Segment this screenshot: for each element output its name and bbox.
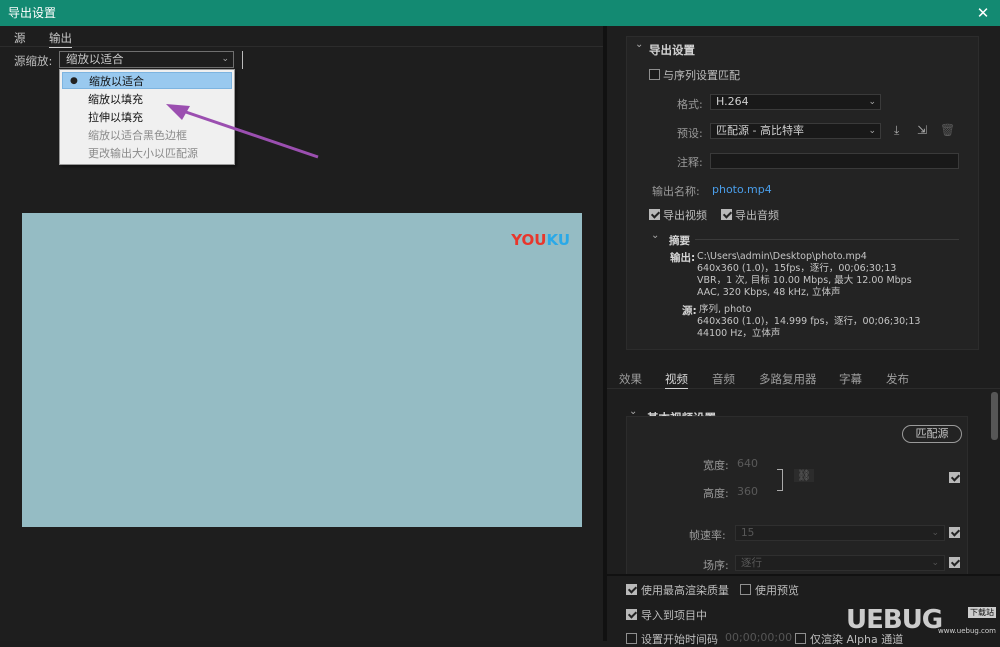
tab-publish[interactable]: 发布	[886, 371, 909, 387]
chevron-down-icon[interactable]: ⌄	[651, 230, 659, 241]
export-audio-checkbox[interactable]	[721, 209, 732, 220]
field-order-value: 逐行	[741, 557, 762, 569]
summary-divider	[695, 239, 959, 240]
source-scale-select[interactable]: 缩放以适合 ⌄	[59, 51, 234, 68]
chevron-down-icon: ⌄	[221, 54, 229, 64]
field-order-checkbox[interactable]	[949, 557, 960, 568]
start-timecode-value: 00;00;00;00	[725, 631, 793, 644]
import-into-project-checkbox[interactable]	[626, 609, 637, 620]
tab-video[interactable]: 视频	[665, 371, 688, 389]
width-value: 640	[737, 457, 758, 470]
uebug-watermark: UEBUG 下载站 www.uebug.com	[846, 605, 996, 639]
summary-source-line: 序列, photo	[699, 304, 752, 315]
export-video-checkbox[interactable]	[649, 209, 660, 220]
scrollbar-thumb[interactable]	[991, 392, 998, 440]
chevron-down-icon: ⌄	[868, 97, 876, 107]
max-render-quality-label: 使用最高渲染质量	[641, 584, 729, 597]
close-icon[interactable]: ✕	[974, 0, 992, 26]
annotation-arrow-icon	[166, 104, 319, 159]
width-height-checkbox[interactable]	[949, 472, 960, 483]
basic-video-panel: 匹配源 宽度: 640 高度: 360 ⛓ 帧速率: 15 ⌄ 场序: 逐行 ⌄	[626, 416, 968, 576]
watermark-text: UEBUG	[846, 605, 943, 635]
framerate-label: 帧速率:	[689, 529, 726, 542]
source-scale-label: 源缩放:	[14, 54, 53, 68]
field-order-select: 逐行 ⌄	[735, 555, 945, 571]
field-order-label: 场序:	[703, 559, 729, 572]
framerate-value: 15	[741, 527, 755, 539]
output-name-label: 输出名称:	[652, 185, 700, 198]
framerate-select: 15 ⌄	[735, 525, 945, 541]
selected-bullet-icon: ●	[70, 76, 78, 86]
use-previews-label: 使用预览	[755, 584, 799, 597]
output-name-link[interactable]: photo.mp4	[712, 183, 772, 196]
preset-label: 预设:	[677, 127, 703, 140]
width-label: 宽度:	[703, 459, 729, 472]
summary-output-label: 输出:	[670, 252, 696, 264]
video-preview: YOUKU	[22, 213, 582, 527]
dropdown-item-label: 缩放以填充	[88, 93, 143, 106]
watermark-url: www.uebug.com	[938, 627, 996, 635]
summary-source-label: 源:	[682, 305, 697, 317]
format-select[interactable]: H.264 ⌄	[710, 94, 881, 110]
max-render-quality-checkbox[interactable]	[626, 584, 637, 595]
tab-source[interactable]: 源	[14, 30, 26, 46]
summary-title: 摘要	[669, 235, 690, 247]
summary-source-line: 640x360 (1.0)，14.999 fps，逐行，00;06;30;13	[697, 316, 921, 327]
link-bracket	[777, 469, 783, 491]
comment-input[interactable]	[710, 153, 959, 169]
set-start-timecode-label: 设置开始时间码	[641, 633, 718, 646]
chevron-down-icon: ⌄	[931, 558, 939, 568]
use-previews-checkbox[interactable]	[740, 584, 751, 595]
chevron-down-icon: ⌄	[868, 126, 876, 136]
tab-effects[interactable]: 效果	[619, 371, 642, 387]
window-title: 导出设置	[8, 6, 57, 20]
preset-select[interactable]: 匹配源 - 高比特率 ⌄	[710, 123, 881, 139]
watermark-subtext: 下载站	[968, 607, 996, 618]
settings-scrollbar[interactable]	[989, 390, 1000, 576]
summary-output-line: C:\Users\admin\Desktop\photo.mp4	[697, 251, 867, 262]
format-label: 格式:	[677, 98, 703, 111]
export-video-label: 导出视频	[663, 209, 707, 222]
format-value: H.264	[716, 95, 749, 108]
dropdown-item-scale-to-fit[interactable]: ● 缩放以适合	[62, 72, 232, 89]
left-pane: 源 输出 源缩放: 缩放以适合 ⌄ ● 缩放以适合 缩放以填充 拉伸以填充 缩放以…	[0, 26, 603, 641]
height-label: 高度:	[703, 487, 729, 500]
export-settings-panel: ⌄ 导出设置 与序列设置匹配 格式: H.264 ⌄ 预设: 匹配源 - 高比特率…	[626, 36, 979, 350]
title-bar: 导出设置 ✕	[0, 0, 1000, 26]
import-preset-icon[interactable]: ⇲	[917, 123, 927, 137]
chain-link-icon: ⛓	[794, 469, 814, 482]
framerate-checkbox[interactable]	[949, 527, 960, 538]
comment-label: 注释:	[677, 156, 703, 169]
preset-value: 匹配源 - 高比特率	[716, 124, 804, 137]
summary-source-line: 44100 Hz，立体声	[697, 328, 781, 339]
summary-output-line: 640x360 (1.0)，15fps，逐行，00;06;30;13	[697, 263, 897, 274]
summary-output-line: AAC, 320 Kbps, 48 kHz, 立体声	[697, 287, 841, 298]
tab-output[interactable]: 输出	[49, 30, 72, 48]
match-source-button[interactable]: 匹配源	[902, 425, 962, 443]
match-sequence-label: 与序列设置匹配	[663, 69, 740, 82]
chevron-down-icon[interactable]: ⌄	[635, 39, 643, 50]
height-value: 360	[737, 485, 758, 498]
summary-output-line: VBR，1 次, 目标 10.00 Mbps, 最大 12.00 Mbps	[697, 275, 912, 286]
save-preset-icon[interactable]: ⤓	[894, 123, 899, 138]
source-scale-value: 缩放以适合	[66, 52, 124, 66]
source-output-tabs: 源 输出	[0, 26, 603, 48]
export-audio-label: 导出音频	[735, 209, 779, 222]
import-into-project-label: 导入到项目中	[641, 609, 707, 622]
tab-multiplexer[interactable]: 多路复用器	[759, 371, 817, 387]
set-start-timecode-checkbox[interactable]	[626, 633, 637, 644]
render-alpha-only-checkbox[interactable]	[795, 633, 806, 644]
dropdown-item-label: 拉伸以填充	[88, 111, 143, 124]
match-sequence-checkbox[interactable]	[649, 69, 660, 80]
dropdown-item-label: 缩放以适合	[89, 75, 144, 88]
right-pane: ⌄ 导出设置 与序列设置匹配 格式: H.264 ⌄ 预设: 匹配源 - 高比特率…	[607, 26, 1000, 646]
settings-tabs: 效果 视频 音频 多路复用器 字幕 发布	[607, 364, 1000, 389]
youku-logo: YOUKU	[511, 231, 570, 249]
chevron-down-icon: ⌄	[931, 528, 939, 538]
tab-audio[interactable]: 音频	[712, 371, 735, 387]
tab-captions[interactable]: 字幕	[839, 371, 862, 387]
text-cursor	[242, 51, 243, 69]
export-settings-title: 导出设置	[649, 43, 695, 57]
delete-preset-icon: 🗑	[940, 123, 956, 137]
